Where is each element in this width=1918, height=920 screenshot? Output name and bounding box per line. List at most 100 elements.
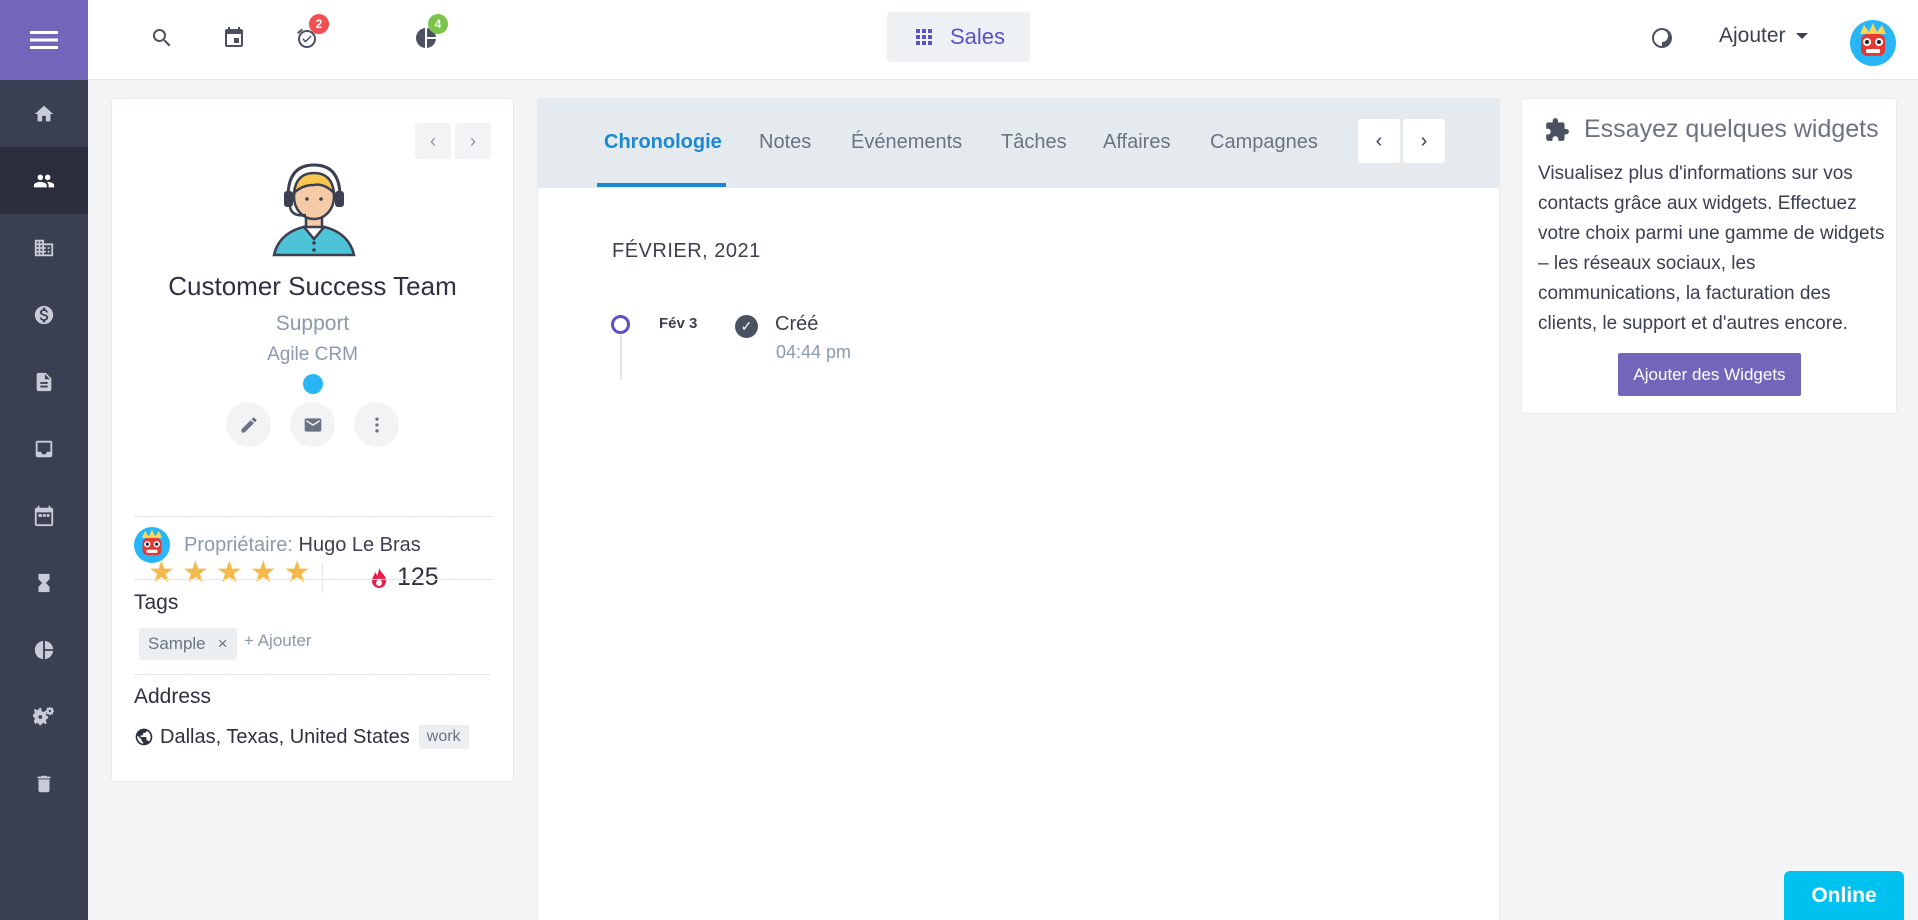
deals-icon [34, 305, 54, 324]
tab-evenements[interactable]: Événements [851, 131, 962, 154]
timeline-node [611, 315, 630, 334]
timeline-event-date: Fév 3 [659, 315, 698, 332]
mask-avatar-icon [141, 529, 163, 556]
sidebar-item-deals[interactable] [0, 281, 88, 348]
more-actions-button[interactable] [354, 402, 399, 447]
tags-heading: Tags [134, 591, 179, 614]
sidebar-item-calendar[interactable] [0, 482, 88, 549]
hamburger-icon [30, 31, 58, 49]
address-type-badge: work [418, 725, 469, 749]
sidebar-item-companies[interactable] [0, 214, 88, 281]
remove-tag-icon[interactable]: × [218, 634, 228, 654]
sidebar-item-documents[interactable] [0, 348, 88, 415]
contact-avatar-illustration [272, 163, 356, 257]
add-menu-dropdown[interactable]: Ajouter [1719, 24, 1808, 48]
tag-chip[interactable]: Sample × [139, 628, 237, 660]
reports-count-badge: 4 [428, 14, 448, 34]
section-divider [134, 579, 491, 580]
theme-toggle-button[interactable] [1648, 24, 1676, 52]
caret-down-icon [1795, 33, 1808, 39]
chevron-left-icon: ‹ [1375, 129, 1383, 152]
check-circle-icon: ✓ [735, 315, 758, 338]
contact-navigation: ‹ › [415, 123, 491, 159]
add-menu-label: Ajouter [1719, 24, 1786, 47]
chevron-right-icon: › [1420, 129, 1428, 152]
lead-score-value: 125 [397, 563, 439, 591]
left-sidebar [0, 0, 88, 920]
contacts-icon [33, 174, 55, 187]
activity-panel: Chronologie Notes Événements Tâches Affa… [537, 98, 1500, 920]
tab-notes[interactable]: Notes [759, 131, 811, 154]
lead-score: 125 [370, 563, 439, 592]
sidebar-item-tasks[interactable] [0, 549, 88, 616]
envelope-icon [304, 417, 321, 432]
companies-icon [34, 239, 54, 256]
sidebar-item-inbox[interactable] [0, 415, 88, 482]
section-divider [134, 516, 491, 517]
add-widgets-button[interactable]: Ajouter des Widgets [1618, 353, 1801, 396]
email-contact-button[interactable] [290, 402, 335, 447]
widgets-description: Visualisez plus d'informations sur vos c… [1538, 163, 1885, 334]
tabs-scroll-right-button[interactable]: › [1403, 119, 1445, 163]
tab-campagnes[interactable]: Campagnes [1210, 131, 1318, 154]
puzzle-icon [1546, 117, 1569, 141]
home-icon [34, 105, 54, 121]
add-tag-button[interactable]: + Ajouter [244, 631, 312, 651]
mask-avatar-icon [1860, 23, 1886, 56]
address-row: Dallas, Texas, United States work [134, 725, 469, 749]
top-bar: 2 4 Sales Ajouter [88, 0, 1918, 80]
tabs-scroll-left-button[interactable]: ‹ [1358, 119, 1400, 163]
reports-icon [34, 640, 54, 659]
user-avatar[interactable] [1850, 20, 1896, 66]
tag-label: Sample [148, 634, 206, 653]
theme-toggle-icon [1652, 28, 1672, 48]
section-divider [134, 674, 491, 675]
next-contact-button[interactable]: › [455, 123, 491, 159]
online-chat-button[interactable]: Online [1784, 871, 1904, 920]
rating-divider [322, 563, 323, 593]
timeline-line [620, 335, 622, 380]
reports-button[interactable]: 4 [412, 14, 448, 52]
hourglass-icon [38, 573, 50, 592]
website-globe-icon[interactable] [303, 374, 323, 394]
owner-name[interactable]: Hugo Le Bras [299, 534, 421, 556]
owner-label: Propriétaire: [184, 533, 293, 556]
widgets-promo-card: Essayez quelques widgets Visualisez plus… [1521, 98, 1897, 414]
app-switcher-label: Sales [949, 24, 1006, 49]
tab-affaires[interactable]: Affaires [1103, 131, 1170, 154]
address-text: Dallas, Texas, United States [160, 725, 410, 748]
calendar-icon [225, 27, 243, 47]
documents-icon [36, 372, 52, 391]
timeline-event-label: Créé [775, 313, 819, 335]
app-switcher-button[interactable]: Sales [887, 12, 1030, 62]
active-tab-indicator [597, 183, 726, 187]
chevron-right-icon: › [470, 130, 476, 151]
settings-icon [33, 706, 54, 725]
sidebar-item-settings[interactable] [0, 683, 88, 750]
widgets-heading: Essayez quelques widgets [1544, 115, 1879, 144]
contact-actions [226, 402, 399, 447]
reminders-count-badge: 2 [309, 14, 329, 34]
contact-company[interactable]: Agile CRM [112, 344, 513, 366]
sidebar-item-contacts[interactable] [0, 147, 88, 214]
reminders-button[interactable]: 2 [293, 14, 329, 52]
more-vertical-icon [374, 417, 379, 432]
sidebar-item-trash[interactable] [0, 750, 88, 817]
tab-taches[interactable]: Tâches [1001, 131, 1067, 154]
sidebar-item-home[interactable] [0, 80, 88, 147]
previous-contact-button[interactable]: ‹ [415, 123, 451, 159]
sidebar-item-reports[interactable] [0, 616, 88, 683]
calendar-button[interactable] [220, 24, 248, 52]
address-heading: Address [134, 685, 212, 708]
search-button[interactable] [148, 24, 176, 52]
menu-toggle-button[interactable] [0, 0, 88, 80]
widgets-title: Essayez quelques widgets [1584, 115, 1879, 143]
inbox-icon [35, 440, 53, 457]
contact-title: Support [275, 312, 350, 335]
timeline-event-time: 04:44 pm [776, 342, 852, 362]
edit-contact-button[interactable] [226, 402, 271, 447]
globe-icon [135, 728, 153, 746]
chevron-left-icon: ‹ [430, 130, 436, 151]
contact-name: Customer Success Team [168, 271, 457, 301]
tab-chronologie[interactable]: Chronologie [604, 131, 722, 154]
